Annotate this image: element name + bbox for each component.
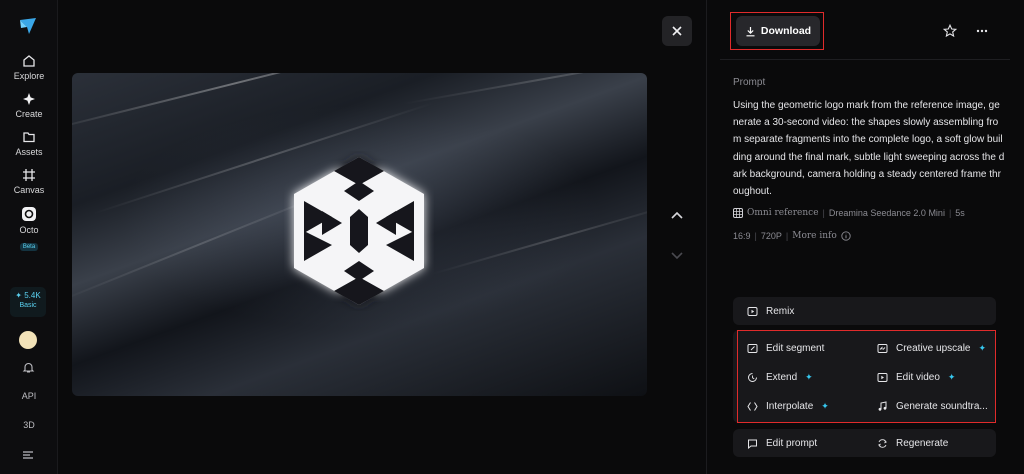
edit-video-button[interactable]: Edit video ✦ [877,372,955,383]
close-button[interactable] [662,16,692,46]
aspect-ratio: 16:9 [733,231,751,241]
sidebar-item-label: Assets [15,147,43,157]
sidebar-item-canvas[interactable]: Canvas [0,168,58,195]
download-button[interactable]: Download [736,16,820,46]
api-link[interactable]: API [0,391,58,401]
octo-icon [22,207,36,221]
sidebar-item-create[interactable]: Create [0,92,58,119]
credits-badge[interactable]: ✦ 5.4K Basic [10,287,46,317]
download-icon [746,26,755,36]
interpolate-button[interactable]: Interpolate ✦ [747,401,829,412]
prompt-label: Prompt [733,77,766,88]
generation-meta-2: 16:9 | 720P | More info [733,231,851,241]
bell-icon[interactable] [22,361,35,374]
sparkle-icon: ✦ [978,343,987,353]
beta-badge: Beta [19,243,39,251]
video-preview[interactable] [72,73,647,396]
sparkle-icon: ✦ [947,372,956,382]
generate-soundtrack-label: Generate soundtra... [896,401,988,412]
sidebar-item-label: Octo [19,225,39,235]
sidebar: Explore Create Assets Canvas Octo Beta ✦… [0,0,58,474]
generation-meta: Omni reference | Dreamina Seedance 2.0 M… [733,208,965,218]
meta-separator: | [822,208,825,218]
sidebar-item-assets[interactable]: Assets [0,130,58,157]
chevron-down-icon[interactable] [667,245,687,265]
edit-video-icon [877,373,888,382]
meta-separator: | [754,231,757,241]
edit-video-label: Edit video [896,372,940,383]
geometric-logo-icon [294,157,424,305]
info-icon[interactable] [841,231,851,241]
app-logo-icon[interactable] [18,16,38,36]
close-icon [672,26,682,36]
header-divider [720,59,1010,60]
meta-separator: | [948,208,952,218]
avatar[interactable] [19,331,37,349]
extend-button[interactable]: Extend ✦ [747,372,813,383]
regenerate-icon [878,439,887,448]
star-icon [943,24,957,38]
edit-segment-button[interactable]: Edit segment [747,343,824,354]
interpolate-icon [747,402,758,411]
prompt-text: Using the geometric logo mark from the r… [733,100,1005,198]
panel-divider [706,0,707,474]
light-streak [401,73,647,105]
creative-upscale-label: Creative upscale [896,343,971,354]
light-streak [431,201,647,275]
menu-icon[interactable] [22,449,34,461]
more-options-button[interactable] [971,20,993,42]
sidebar-item-label: Explore [13,71,45,81]
meta-separator: | [785,231,789,241]
edit-prompt-label: Edit prompt [766,438,818,449]
sidebar-item-explore[interactable]: Explore [0,54,58,81]
more-icon [976,29,988,33]
credits-tier: Basic [19,302,37,309]
home-icon [23,55,35,67]
folder-icon [23,132,35,143]
chevron-up-icon[interactable] [667,205,687,225]
light-streak [72,73,440,135]
regenerate-button[interactable]: Regenerate [877,438,948,449]
upscale-icon [877,344,888,353]
music-note-icon [878,401,887,411]
sparkle-icon: ✦ [821,401,829,411]
generate-soundtrack-button[interactable]: Generate soundtra... [877,401,988,412]
extend-label: Extend [766,372,798,383]
sidebar-item-octo[interactable]: Octo Beta [0,206,58,253]
model-name: Dreamina Seedance 2.0 Mini [828,208,945,218]
edit-segment-label: Edit segment [766,343,825,354]
sparkle-icon [23,93,35,105]
sidebar-item-label: Canvas [13,185,45,195]
edit-segment-icon [747,344,758,353]
more-info-link[interactable]: More info [792,231,837,241]
sparkle-icon: ✦ [805,372,813,382]
duration: 5s [955,208,965,218]
remix-icon [747,307,758,316]
edit-prompt-button[interactable]: Edit prompt [747,438,817,449]
regenerate-label: Regenerate [896,438,949,449]
interpolate-label: Interpolate [766,401,814,412]
download-label: Download [760,25,812,37]
remix-button[interactable]: Remix [747,306,794,317]
canvas-icon [23,169,35,181]
favorite-button[interactable] [939,20,961,42]
credits-amount: ✦ 5.4K [15,291,41,300]
creative-upscale-button[interactable]: Creative upscale ✦ [877,343,986,354]
sidebar-item-label: Create [15,109,43,119]
grid-icon [733,208,743,218]
threed-link[interactable]: 3D [0,420,58,430]
reference-type: Omni reference [747,208,819,218]
resolution: 720P [760,231,782,241]
extend-icon [748,373,757,382]
remix-label: Remix [766,306,795,317]
edit-prompt-icon [748,439,757,449]
